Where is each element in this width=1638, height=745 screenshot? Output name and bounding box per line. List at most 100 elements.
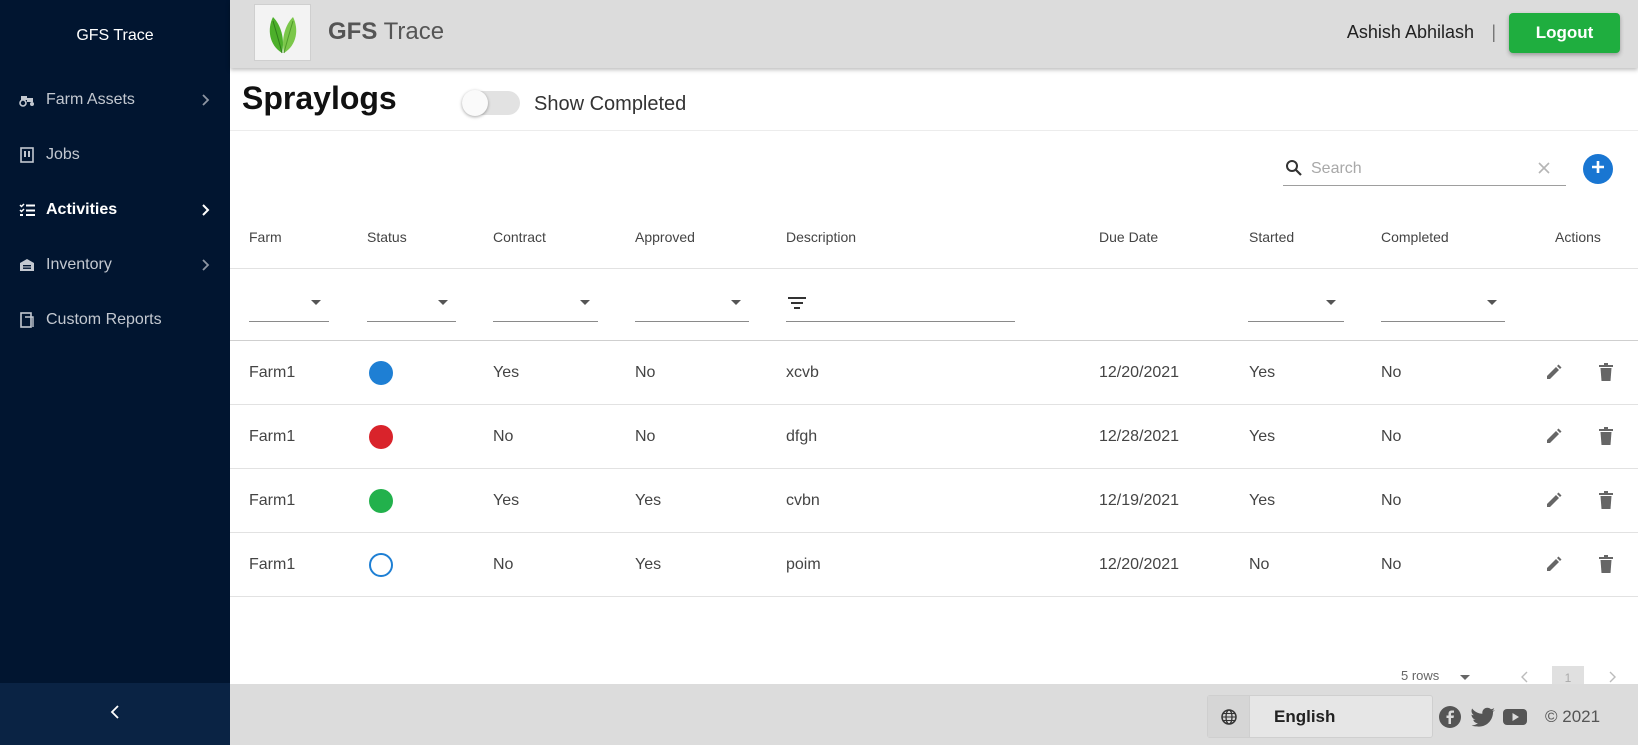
divider [230,596,1638,597]
cell-description: xcvb [786,364,819,381]
cell-due-date: 12/20/2021 [1099,556,1180,573]
sidebar-brand: GFS Trace [76,27,154,44]
edit-icon[interactable] [1543,553,1565,575]
caret-down-icon [580,300,590,305]
status-indicator [369,425,393,449]
sidebar-item-label: Activities [46,200,118,218]
column-header-farm[interactable]: Farm [249,229,282,245]
cell-contract: No [493,428,514,445]
completed-filter-select[interactable] [1381,286,1505,322]
delete-icon[interactable] [1595,425,1617,447]
column-header-started[interactable]: Started [1249,229,1294,245]
tractor-icon [18,91,36,109]
clear-search-icon[interactable] [1538,161,1550,179]
farm-filter-select[interactable] [249,286,329,322]
show-completed-toggle[interactable] [462,90,520,116]
warehouse-icon [18,256,36,274]
sidebar-item-activities[interactable]: Activities [0,182,230,237]
user-name: Ashish Abhilash [1346,22,1474,42]
cell-description: cvbn [786,492,820,509]
column-header-actions: Actions [1555,229,1601,245]
language-select[interactable]: English [1207,695,1433,738]
cell-started: No [1249,556,1270,573]
edit-icon[interactable] [1543,425,1565,447]
plus-icon [1590,159,1606,180]
description-filter-input[interactable] [786,286,1015,322]
chevron-right-icon [202,258,212,272]
divider [230,468,1638,469]
contract-filter-select[interactable] [493,286,598,322]
cell-description: poim [786,556,821,573]
cell-completed: No [1381,556,1402,573]
globe-icon [1208,696,1250,737]
toggle-knob [462,90,488,116]
divider [230,268,1638,269]
edit-icon[interactable] [1543,489,1565,511]
jobs-icon [18,146,36,164]
search-icon [1285,159,1303,182]
facebook-icon[interactable] [1438,706,1462,728]
sidebar-item-label: Inventory [46,255,112,273]
cell-approved: Yes [635,556,662,573]
cell-due-date: 12/19/2021 [1099,492,1180,509]
sidebar-item-farm-assets[interactable]: Farm Assets [0,72,230,127]
approved-filter-select[interactable] [635,286,749,322]
cell-contract: Yes [493,364,520,381]
cell-completed: No [1381,364,1402,381]
caret-down-icon [438,300,448,305]
delete-icon[interactable] [1595,361,1617,383]
search-input[interactable] [1311,156,1531,182]
chevron-left-icon [110,704,120,724]
divider [230,404,1638,405]
divider [230,340,1638,341]
column-header-due-date[interactable]: Due Date [1099,229,1158,245]
sidebar-item-label: Farm Assets [46,90,135,108]
app-title-bold: GFS [328,18,378,45]
status-indicator [369,553,393,577]
delete-icon[interactable] [1595,553,1617,575]
cell-contract: Yes [493,492,520,509]
delete-icon[interactable] [1595,489,1617,511]
column-header-description[interactable]: Description [786,229,856,245]
sidebar-item-label: Jobs [46,145,80,163]
cell-farm: Farm1 [249,428,296,445]
cell-farm: Farm1 [249,364,296,381]
column-header-completed[interactable]: Completed [1381,229,1449,245]
logout-button[interactable]: Logout [1509,13,1620,53]
page-title: Spraylogs [242,80,397,116]
cell-description: dfgh [786,428,818,445]
sidebar-item-inventory[interactable]: Inventory [0,237,230,292]
divider [230,130,1638,131]
sidebar-item-jobs[interactable]: Jobs [0,127,230,182]
cell-completed: No [1381,428,1402,445]
status-indicator [369,489,393,513]
sidebar: GFS Trace Farm Assets Jobs Activities In… [0,0,230,745]
app-title: GFS Trace [328,18,444,46]
caret-down-icon [1487,300,1497,305]
status-filter-select[interactable] [367,286,456,322]
cell-farm: Farm1 [249,492,296,509]
copyright-text: © 2021 [1545,707,1601,726]
caret-down-icon [1460,675,1470,680]
twitter-icon[interactable] [1471,706,1495,728]
chevron-right-icon [202,93,212,107]
sidebar-item-custom-reports[interactable]: Custom Reports [0,292,230,347]
column-header-contract[interactable]: Contract [493,229,546,245]
edit-icon[interactable] [1543,361,1565,383]
youtube-icon[interactable] [1503,706,1527,728]
column-header-approved[interactable]: Approved [635,229,695,245]
cell-due-date: 12/20/2021 [1099,364,1180,381]
status-indicator [369,361,393,385]
cell-started: Yes [1249,428,1276,445]
cell-completed: No [1381,492,1402,509]
sidebar-collapse-button[interactable] [0,683,230,745]
caret-down-icon [311,300,321,305]
cell-due-date: 12/28/2021 [1099,428,1180,445]
add-spraylog-button[interactable] [1583,154,1613,184]
started-filter-select[interactable] [1248,286,1344,322]
rows-per-page-select[interactable]: 5 rows [1401,668,1439,683]
column-header-status[interactable]: Status [367,229,407,245]
search-field [1283,152,1566,186]
caret-down-icon [1326,300,1336,305]
cell-approved: No [635,364,656,381]
